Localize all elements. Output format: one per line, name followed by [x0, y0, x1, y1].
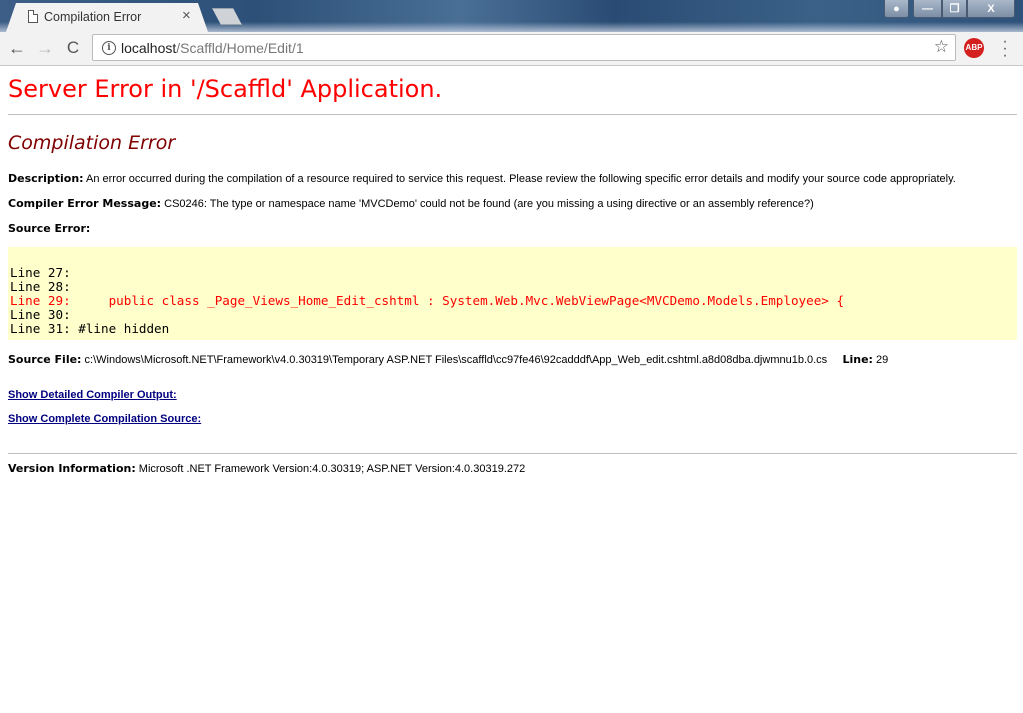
bookmark-star-icon[interactable]: ☆ — [934, 37, 949, 57]
adblock-plus-icon[interactable]: ABP — [964, 38, 984, 58]
address-bar[interactable]: i localhost/Scaffld/Home/Edit/1 ☆ — [92, 34, 956, 61]
line-value: 29 — [872, 354, 889, 366]
divider — [8, 453, 1017, 454]
minimize-button[interactable]: — — [913, 0, 942, 18]
tab-close-icon[interactable]: × — [182, 7, 191, 24]
show-compilation-source-link[interactable]: Show Complete Compilation Source: — [8, 413, 201, 425]
source-line: Line 30: — [10, 307, 79, 322]
close-window-button[interactable]: X — [967, 0, 1015, 18]
description-text: An error occurred during the compilation… — [83, 173, 956, 185]
site-info-icon[interactable]: i — [102, 41, 116, 55]
url-text[interactable]: localhost/Scaffld/Home/Edit/1 — [121, 40, 304, 56]
error-type-heading: Compilation Error — [8, 132, 176, 154]
compiler-output-row: Show Detailed Compiler Output: — [8, 389, 177, 401]
description-row: Description: An error occurred during th… — [8, 172, 956, 185]
window-controls: ● — ❐ X — [884, 0, 1015, 20]
maximize-button[interactable]: ❐ — [942, 0, 967, 18]
divider — [8, 114, 1017, 115]
browser-toolbar: ← → C i localhost/Scaffld/Home/Edit/1 ☆ … — [0, 32, 1023, 66]
compiler-message-label: Compiler Error Message: — [8, 197, 162, 210]
page-title: Server Error in '/Scaffld' Application. — [8, 75, 443, 103]
description-label: Description: — [8, 172, 84, 185]
source-file-label: Source File: — [8, 353, 82, 366]
compiler-message-text: CS0246: The type or namespace name 'MVCD… — [161, 198, 814, 210]
compiler-message-row: Compiler Error Message: CS0246: The type… — [8, 197, 814, 210]
tab-title: Compilation Error — [44, 10, 142, 24]
show-compiler-output-link[interactable]: Show Detailed Compiler Output: — [8, 389, 177, 401]
page-icon — [28, 10, 38, 23]
version-label: Version Information: — [8, 462, 136, 475]
window-titlebar: Compilation Error × ● — ❐ X — [0, 0, 1023, 32]
new-tab-button[interactable] — [212, 8, 242, 25]
back-button[interactable]: ← — [5, 37, 29, 59]
user-profile-button[interactable]: ● — [884, 0, 909, 18]
browser-menu-icon[interactable]: · · · — [1001, 34, 1009, 64]
source-code-block: Line 27: Line 28: Line 29: public class … — [8, 247, 1017, 340]
line-label: Line: — [842, 353, 873, 366]
source-lines: Line 27: Line 28: Line 29: public class … — [10, 266, 844, 336]
forward-button[interactable]: → — [33, 37, 57, 59]
tab-compilation-error[interactable]: Compilation Error × — [6, 3, 208, 32]
source-line: Line 31: #line hidden — [10, 321, 170, 336]
source-line: Line 27: — [10, 265, 79, 280]
user-icon: ● — [893, 2, 900, 15]
source-line-error: Line 29: public class _Page_Views_Home_E… — [10, 293, 845, 308]
source-file-row: Source File: c:\Windows\Microsoft.NET\Fr… — [8, 353, 888, 366]
compilation-source-row: Show Complete Compilation Source: — [8, 413, 201, 425]
version-info-row: Version Information: Microsoft .NET Fram… — [8, 462, 525, 475]
version-text: Microsoft .NET Framework Version:4.0.303… — [135, 463, 526, 475]
source-error-row: Source Error: — [8, 222, 90, 235]
source-error-label: Source Error: — [8, 222, 91, 235]
url-path: /Scaffld/Home/Edit/1 — [176, 40, 304, 56]
url-host: localhost — [121, 40, 177, 56]
source-file-path: c:\Windows\Microsoft.NET\Framework\v4.0.… — [81, 354, 828, 366]
source-line: Line 28: — [10, 279, 79, 294]
reload-button[interactable]: C — [61, 37, 85, 59]
